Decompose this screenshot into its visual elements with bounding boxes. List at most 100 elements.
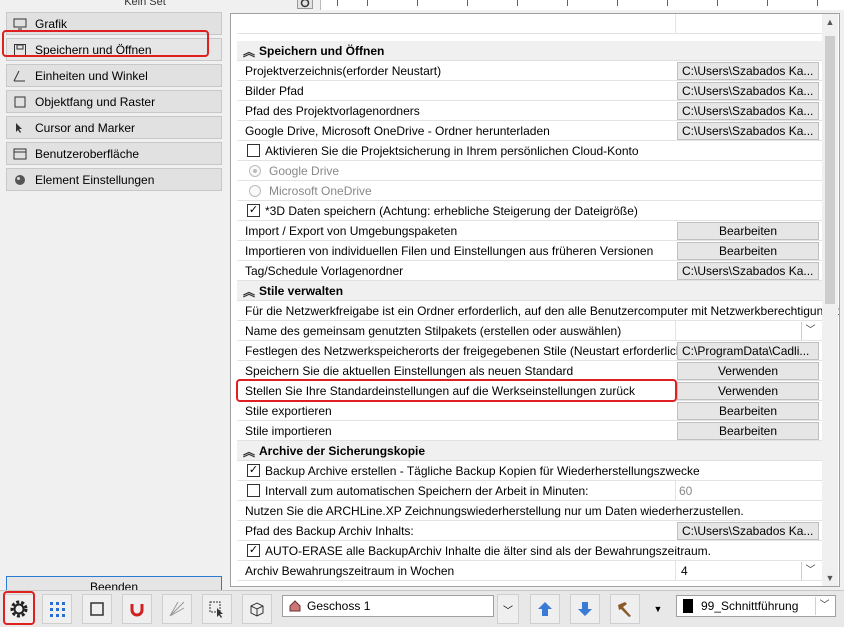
floor-down-button[interactable] [570, 594, 600, 624]
row-intervall: Intervall zum automatischen Speichern de… [237, 481, 823, 501]
edit-button[interactable]: Bearbeiten [677, 422, 819, 440]
highlight-settings-button [3, 591, 35, 625]
nav-item-element[interactable]: Element Einstellungen [6, 168, 222, 191]
row-label: Festlegen des Netzwerkspeicherorts der f… [245, 344, 687, 358]
collapse-icon[interactable]: ︽ [243, 443, 255, 460]
stilpaket-dropdown[interactable]: ﹀ [677, 322, 819, 340]
row-cloud-backup: Aktivieren Sie die Projektsicherung in I… [237, 141, 823, 161]
top-strip: Kein Set [0, 0, 844, 10]
section-archive[interactable]: ︽ Archive der Sicherungskopie [237, 441, 823, 461]
hatch-button[interactable] [162, 594, 192, 624]
google-drive-radio[interactable] [249, 165, 261, 177]
scroll-thumb[interactable] [825, 36, 835, 304]
chevron-down-icon[interactable]: ﹀ [815, 597, 833, 615]
nav-item-objektfang[interactable]: Objektfang und Raster [6, 90, 222, 113]
row-vorlagen: Pfad des Projektvorlagenordners C:\Users… [237, 101, 823, 121]
nav-item-label: Grafik [35, 16, 68, 31]
tools-dropdown-button[interactable]: ▼ [646, 594, 670, 624]
path-button[interactable]: C:\Users\Szabados Ka... [677, 82, 819, 100]
chevron-down-icon[interactable]: ﹀ [801, 322, 819, 340]
row-auto-erase: ✓ AUTO-ERASE alle BackupArchiv Inhalte d… [237, 541, 823, 561]
row-label: Für die Netzwerkfreigabe ist ein Ordner … [245, 304, 840, 318]
edit-button[interactable]: Bearbeiten [677, 222, 819, 240]
nav-item-label: Element Einstellungen [35, 172, 155, 187]
collapse-icon[interactable]: ︽ [243, 283, 255, 300]
ruler [320, 0, 844, 10]
magnet-button[interactable] [122, 594, 152, 624]
reset-defaults-button[interactable]: Verwenden [677, 382, 819, 400]
grid-header-row [237, 14, 823, 34]
floor-select[interactable]: Geschoss 1 [282, 595, 494, 617]
path-button[interactable]: C:\Users\Szabados Ka... [677, 122, 819, 140]
gear-icon [300, 0, 310, 8]
layer-label: 99_Schnittführung [701, 599, 799, 613]
section-stile[interactable]: ︽ Stile verwalten [237, 281, 823, 301]
select-button[interactable] [202, 594, 232, 624]
floor-up-button[interactable] [530, 594, 560, 624]
frame-snap-icon [90, 602, 104, 616]
3d-view-button[interactable] [242, 594, 272, 624]
hammer-3d-icon [618, 602, 631, 617]
row-backup: ✓ Backup Archive erstellen - Tägliche Ba… [237, 461, 823, 481]
row-stile-importieren: Stile importieren Bearbeiten [237, 421, 823, 441]
floor-dropdown-button[interactable]: ﹀ [497, 594, 519, 624]
row-label: Google Drive, Microsoft OneDrive - Ordne… [245, 124, 550, 138]
row-label: Projektverzeichnis(erforder Neustart) [245, 64, 442, 78]
edit-button[interactable]: Bearbeiten [677, 242, 819, 260]
path-button[interactable]: C:\Users\Szabados Ka... [677, 102, 819, 120]
nav-item-label: Cursor and Marker [35, 120, 136, 135]
save-3d-checkbox[interactable]: ✓ [247, 204, 260, 217]
path-button[interactable]: C:\Users\Szabados Ka... [677, 262, 819, 280]
path-button[interactable]: C:\ProgramData\Cadli... [677, 342, 819, 360]
arrow-down-icon [578, 602, 592, 616]
row-label: Importieren von individuellen Filen und … [245, 244, 654, 258]
cloud-backup-checkbox[interactable] [247, 144, 260, 157]
row-label: Speichern Sie die aktuellen Einstellunge… [245, 364, 574, 378]
dropdown-value: 4 [681, 564, 688, 578]
nav-item-cursor[interactable]: Cursor and Marker [6, 116, 222, 139]
radio-label: Google Drive [269, 164, 340, 178]
scroll-down-icon[interactable]: ▼ [822, 570, 838, 586]
layer-select[interactable]: 99_Schnittführung ﹀ [676, 595, 836, 617]
row-google-drive: Google Drive [237, 161, 823, 181]
highlight-selected-category [2, 30, 209, 57]
highlight-reset-row [236, 379, 677, 402]
use-button[interactable]: Verwenden [677, 362, 819, 380]
intervall-value[interactable]: 60 [679, 484, 692, 498]
row-label: Name des gemeinsam genutzten Stilpakets … [245, 324, 622, 338]
row-bilder: Bilder Pfad C:\Users\Szabados Ka... [237, 81, 823, 101]
row-als-standard: Speichern Sie die aktuellen Einstellunge… [237, 361, 823, 381]
checkbox-label: Backup Archive erstellen - Tägliche Back… [265, 464, 700, 478]
collapse-icon[interactable]: ︽ [243, 43, 255, 60]
row-cloud-download: Google Drive, Microsoft OneDrive - Ordne… [237, 121, 823, 141]
select-cursor-icon [209, 601, 223, 618]
backup-checkbox[interactable]: ✓ [247, 464, 260, 477]
vertical-scrollbar[interactable]: ▲ ▼ [822, 14, 838, 586]
row-stile-exportieren: Stile exportieren Bearbeiten [237, 401, 823, 421]
nav-item-einheiten[interactable]: Einheiten und Winkel [6, 64, 222, 87]
monitor-icon [13, 18, 27, 30]
row-import-files: Importieren von individuellen Filen und … [237, 241, 823, 261]
checkbox-label: Aktivieren Sie die Projektsicherung in I… [265, 144, 639, 158]
checkbox-label: *3D Daten speichern (Achtung: erhebliche… [265, 204, 638, 218]
top-settings-button[interactable] [297, 0, 313, 9]
intervall-checkbox[interactable] [247, 484, 260, 497]
edit-button[interactable]: Bearbeiten [677, 402, 819, 420]
onedrive-radio[interactable] [249, 185, 261, 197]
auto-erase-checkbox[interactable]: ✓ [247, 544, 260, 557]
tools-3d-button[interactable] [610, 594, 640, 624]
section-speichern[interactable]: ︽ Speichern und Öffnen [237, 41, 823, 61]
zeitraum-dropdown[interactable]: 4 ﹀ [677, 562, 819, 580]
grid-button[interactable] [42, 594, 72, 624]
scroll-up-icon[interactable]: ▲ [822, 14, 838, 30]
path-button[interactable]: C:\Users\Szabados Ka... [677, 522, 819, 540]
floor-label: Geschoss 1 [307, 599, 371, 613]
nav-item-label: Objektfang und Raster [35, 94, 156, 109]
nav-item-label: Einheiten und Winkel [35, 68, 148, 83]
window-icon [13, 148, 27, 160]
chevron-down-icon[interactable]: ﹀ [801, 562, 819, 580]
path-button[interactable]: C:\Users\Szabados Ka... [677, 62, 819, 80]
snap-frame-button[interactable] [82, 594, 112, 624]
hatch-lines-icon [169, 601, 185, 617]
nav-item-benutzeroberflaeche[interactable]: Benutzeroberfläche [6, 142, 222, 165]
